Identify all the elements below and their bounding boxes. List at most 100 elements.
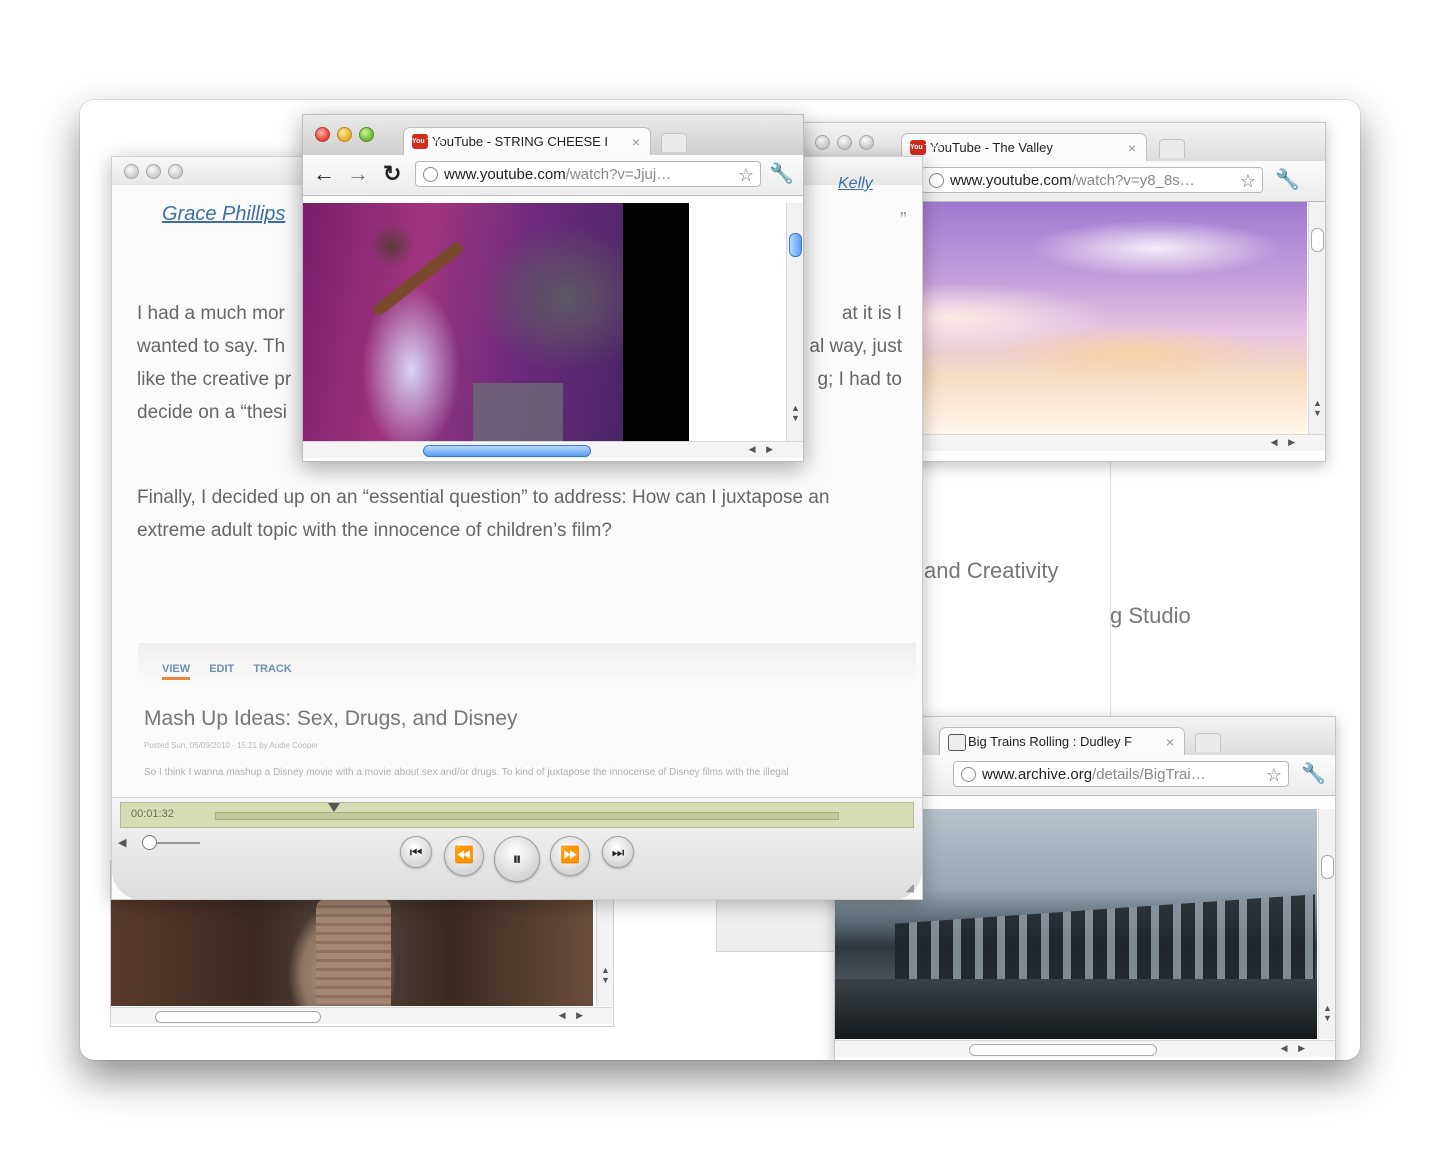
archive-vertical-scrollbar[interactable]: ▲ ▼ [1318, 809, 1335, 1039]
valley-address-bar[interactable]: www.youtube.com/watch?v=y8_8s… ☆ [921, 167, 1263, 193]
playhead-marker[interactable] [327, 803, 340, 812]
bookmark-star-icon[interactable]: ☆ [1266, 762, 1282, 786]
tab-youtube-valley[interactable]: You Tube YouTube - The Valley × [901, 133, 1147, 161]
paragraph-1-right: at it is I al way, just g; I had to [809, 297, 902, 396]
post-meta: Posted Sun, 05/09/2010 - 15:21 by Audie … [144, 741, 319, 750]
tab-title: Big Trains Rolling : Dudley F [968, 734, 1133, 749]
tab-edit[interactable]: EDIT [209, 663, 234, 675]
tab-track[interactable]: TRACK [253, 663, 292, 675]
text-line: decide on a “thesi [137, 402, 287, 423]
front-address-bar[interactable]: www.youtube.com/watch?v=Jjuj… ☆ [415, 161, 761, 187]
globe-icon [929, 173, 944, 188]
timeline-bar[interactable]: 00:01:32 [120, 802, 914, 828]
browser-window-string-cheese[interactable]: You Tube YouTube - STRING CHEESE I × ← →… [302, 114, 804, 462]
text-line: extreme adult topic with the innocence o… [137, 520, 612, 541]
tab-view[interactable]: VIEW [162, 663, 191, 680]
close-tab-icon[interactable]: × [1128, 134, 1136, 161]
skip-back-icon: ⏮ [409, 844, 423, 860]
pause-icon: ⏸ [512, 849, 522, 869]
front-horizontal-scrollbar[interactable]: ◀ ▶ [303, 441, 803, 458]
skip-back-button[interactable]: ⏮ [400, 836, 432, 868]
volume-knob[interactable] [142, 835, 157, 850]
close-icon[interactable] [815, 135, 830, 150]
text-line: g; I had to [817, 369, 902, 390]
background-text-creativity: and Creativity [924, 558, 1059, 583]
close-icon[interactable] [124, 164, 139, 179]
pottery-video[interactable] [111, 899, 593, 1006]
front-titlebar: You Tube YouTube - STRING CHEESE I × [303, 115, 803, 156]
background-text-studio: g Studio [1110, 603, 1191, 628]
book-favicon-icon [948, 734, 966, 751]
valley-window-controls[interactable] [815, 135, 881, 155]
front-toolbar: ← → ↻ www.youtube.com/watch?v=Jjuj… ☆ 🔧 [303, 155, 803, 196]
wrench-icon[interactable]: 🔧 [1301, 761, 1326, 786]
minimize-icon[interactable] [837, 135, 852, 150]
pottery-horizontal-scrollbar[interactable]: ◀ ▶ [111, 1007, 613, 1024]
blog-window-controls[interactable] [124, 164, 190, 184]
fast-forward-button[interactable]: ⏩ [550, 836, 590, 876]
globe-icon [423, 167, 438, 182]
rewind-button[interactable]: ⏪ [444, 836, 484, 876]
close-tab-icon[interactable]: × [1166, 728, 1174, 755]
timecode: 00:01:32 [131, 808, 174, 820]
back-icon[interactable]: ← [313, 161, 335, 187]
volume-icon[interactable]: ◀ [118, 836, 126, 849]
author-link[interactable]: Grace Phillips [162, 203, 285, 226]
fast-forward-icon: ⏩ [560, 847, 580, 864]
bookmark-star-icon[interactable]: ☆ [1240, 168, 1256, 192]
tab-youtube-string-cheese[interactable]: You Tube YouTube - STRING CHEESE I × [403, 127, 651, 155]
text-line: like the creative pr [137, 369, 292, 390]
wrench-icon[interactable]: 🔧 [1275, 167, 1300, 192]
paragraph-2: Finally, I decided up on an “essential q… [137, 481, 830, 547]
minimize-icon[interactable] [337, 127, 352, 142]
zoom-icon[interactable] [359, 127, 374, 142]
post-excerpt: So I think I wanna mashup a Disney movie… [144, 767, 789, 778]
text-line: at it is I [841, 303, 902, 324]
tab-title: YouTube - STRING CHEESE I [432, 134, 609, 149]
url-host: www.youtube.com [444, 166, 566, 183]
new-tab-button[interactable] [1159, 139, 1185, 158]
pottery-vertical-scrollbar[interactable]: ▲ ▼ [596, 899, 613, 1006]
post-title[interactable]: Mash Up Ideas: Sex, Drugs, and Disney [144, 707, 518, 731]
url-host: www.archive.org [982, 766, 1093, 783]
resize-grip-icon[interactable]: ◢ [906, 881, 914, 894]
youtube-favicon-icon: You Tube [412, 134, 443, 149]
close-tab-icon[interactable]: × [632, 128, 640, 155]
new-tab-button[interactable] [661, 133, 687, 152]
pause-button[interactable]: ⏸ [494, 836, 540, 882]
url-host: www.youtube.com [950, 172, 1072, 189]
tab-title: YouTube - The Valley [930, 140, 1053, 155]
front-window-controls[interactable] [315, 127, 381, 147]
text-line: al way, just [809, 336, 902, 357]
front-vertical-scrollbar[interactable]: ▲ ▼ [786, 203, 803, 441]
archive-address-bar[interactable]: www.archive.org/details/BigTrai… ☆ [953, 761, 1289, 787]
string-cheese-video[interactable] [303, 203, 689, 441]
timeline-track[interactable] [215, 812, 839, 820]
author-link-right[interactable]: Kelly [838, 175, 873, 193]
new-tab-button[interactable] [1195, 733, 1221, 752]
minimize-icon[interactable] [146, 164, 161, 179]
media-controller[interactable]: 00:01:32 ◀ ⏮ ⏪ ⏸ ⏩ ⏭ ◢ [112, 797, 922, 899]
text-line: Finally, I decided up on an “essential q… [137, 487, 830, 508]
zoom-icon[interactable] [859, 135, 874, 150]
reload-icon[interactable]: ↻ [383, 161, 401, 187]
wrench-icon[interactable]: 🔧 [769, 161, 794, 186]
screen-frame: and Creativity g Studio ▲ ▼ ◀ ▶ You Tube … [80, 100, 1360, 1060]
quote-mark: ” [900, 209, 907, 231]
forward-icon[interactable]: → [347, 161, 369, 187]
paragraph-1-left: I had a much mor wanted to say. Th like … [137, 297, 291, 429]
bookmark-star-icon[interactable]: ☆ [738, 162, 754, 186]
skip-forward-button[interactable]: ⏭ [602, 836, 634, 868]
rewind-icon: ⏪ [454, 847, 474, 864]
text-line: wanted to say. Th [137, 336, 286, 357]
zoom-icon[interactable] [168, 164, 183, 179]
close-icon[interactable] [315, 127, 330, 142]
youtube-favicon-icon: You Tube [910, 140, 941, 155]
tab-archive[interactable]: Big Trains Rolling : Dudley F × [939, 727, 1185, 755]
url-path: /watch?v=Jjuj… [565, 166, 672, 183]
archive-horizontal-scrollbar[interactable]: ◀ ▶ [835, 1040, 1335, 1057]
url-path: /watch?v=y8_8s… [1071, 172, 1195, 189]
text-line: I had a much mor [137, 303, 285, 324]
background-page: and Creativity g Studio [920, 460, 1340, 720]
valley-vertical-scrollbar[interactable]: ▲ ▼ [1308, 202, 1325, 434]
